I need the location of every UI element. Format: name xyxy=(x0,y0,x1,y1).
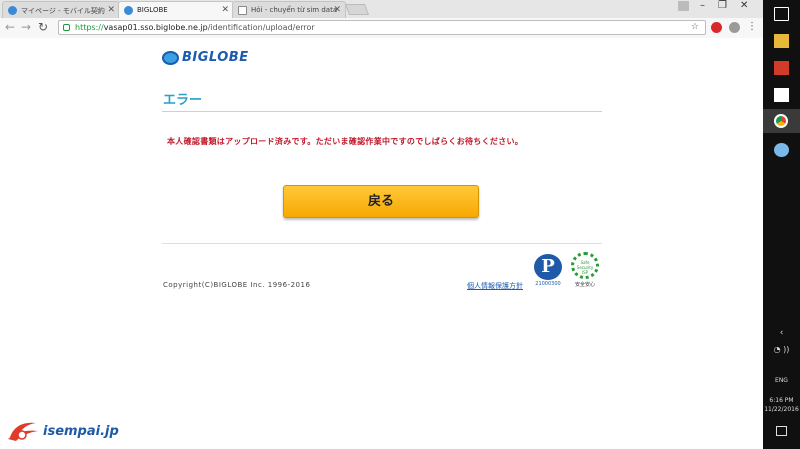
user-profile-icon[interactable] xyxy=(678,1,689,11)
taskbar-active-item[interactable] xyxy=(763,109,800,133)
clock-time[interactable]: 6:16 PM xyxy=(763,397,800,404)
biglobe-favicon-icon xyxy=(124,6,133,15)
address-bar[interactable]: https://vasap01.sso.biglobe.ne.jp/identi… xyxy=(58,20,706,35)
tab-bar: マイページ - モバイル契約 ✕ BIGLOBE ✕ Hỏi - chuyển … xyxy=(0,0,763,18)
url-path: /identification/upload/error xyxy=(207,23,315,32)
isp-badge-icon: Safe Security ISP xyxy=(571,252,599,279)
file-explorer-icon[interactable] xyxy=(774,34,789,48)
chevron-up-icon[interactable]: ‹ xyxy=(763,328,800,338)
safe-security-isp-badge[interactable]: Safe Security ISP 安全安心 xyxy=(568,251,602,289)
clock-date[interactable]: 11/22/2016 xyxy=(763,406,800,413)
back-button[interactable]: 戻る xyxy=(283,185,479,218)
toolbar: ← → ↻ https://vasap01.sso.biglobe.ne.jp/… xyxy=(0,18,763,38)
page-title: エラー xyxy=(163,93,203,108)
biglobe-logo[interactable]: BIGLOBE xyxy=(162,50,249,66)
forward-arrow-icon[interactable]: → xyxy=(21,20,31,34)
watermark: isempai.jp xyxy=(4,414,124,444)
browser-chrome: マイページ - モバイル契約 ✕ BIGLOBE ✕ Hỏi - chuyển … xyxy=(0,0,763,38)
divider xyxy=(162,243,602,244)
back-arrow-icon[interactable]: ← xyxy=(5,20,15,34)
tab-hoi[interactable]: Hỏi - chuyển từ sim data ✕ xyxy=(232,1,346,18)
pmark-number: 21000300 xyxy=(535,281,561,287)
minimize-icon[interactable]: – xyxy=(700,0,705,11)
tab-label: Hỏi - chuyển từ sim data xyxy=(251,6,338,14)
isempai-logo-icon xyxy=(8,422,38,441)
biglobe-logo-icon xyxy=(162,51,179,65)
url-host: vasap01.sso.biglobe.ne.jp xyxy=(103,23,208,32)
notification-icon[interactable] xyxy=(774,7,789,21)
paint-icon[interactable] xyxy=(774,143,789,157)
error-message: 本人確認書類はアップロード済みです。ただいま確認作業中ですのでしばらくお待ちくだ… xyxy=(167,137,524,146)
bookmark-star-icon[interactable]: ☆ xyxy=(691,22,699,32)
url-scheme: https:// xyxy=(75,23,104,32)
tab-biglobe[interactable]: BIGLOBE ✕ xyxy=(118,1,234,18)
lock-icon xyxy=(63,24,70,31)
new-tab-button[interactable] xyxy=(344,4,370,15)
app-icon[interactable] xyxy=(774,61,789,75)
menu-icon[interactable]: ⋮ xyxy=(747,21,757,32)
copyright: Copyright(C)BIGLOBE Inc. 1996-2016 xyxy=(163,281,311,289)
logo-text: BIGLOBE xyxy=(182,50,249,65)
reload-icon[interactable]: ↻ xyxy=(38,20,48,34)
close-icon[interactable]: ✕ xyxy=(221,5,229,15)
windows-taskbar: ‹ ◔ )) ENG 6:16 PM 11/22/2016 xyxy=(763,0,800,449)
isp-badge-text: Safe Security ISP xyxy=(576,260,594,275)
adblock-extension-icon[interactable] xyxy=(711,22,722,33)
network-icon[interactable]: ◔ )) xyxy=(763,345,800,354)
isp-badge-label: 安全安心 xyxy=(574,282,595,288)
watermark-text: isempai.jp xyxy=(43,424,119,439)
close-icon[interactable]: ✕ xyxy=(107,5,115,15)
window-close-icon[interactable]: ✕ xyxy=(740,0,748,11)
tab-mypage[interactable]: マイページ - モバイル契約 ✕ xyxy=(2,1,120,18)
privacy-mark-badge[interactable]: P 21000300 xyxy=(531,251,565,289)
store-icon[interactable] xyxy=(774,88,789,102)
tab-label: BIGLOBE xyxy=(137,6,168,14)
maximize-icon[interactable]: ❐ xyxy=(718,0,727,11)
action-center-icon[interactable] xyxy=(776,426,787,436)
chrome-icon xyxy=(774,114,788,128)
language-indicator[interactable]: ENG xyxy=(763,377,800,384)
close-icon[interactable]: ✕ xyxy=(333,5,341,15)
divider xyxy=(162,111,602,112)
tab-label: マイページ - モバイル契約 xyxy=(21,7,105,15)
page-icon xyxy=(238,6,247,15)
biglobe-favicon-icon xyxy=(8,6,17,15)
privacy-mark-icon: P xyxy=(534,254,562,280)
privacy-policy-link[interactable]: 個人情報保護方針 xyxy=(467,281,523,291)
extension-icon[interactable] xyxy=(729,22,740,33)
